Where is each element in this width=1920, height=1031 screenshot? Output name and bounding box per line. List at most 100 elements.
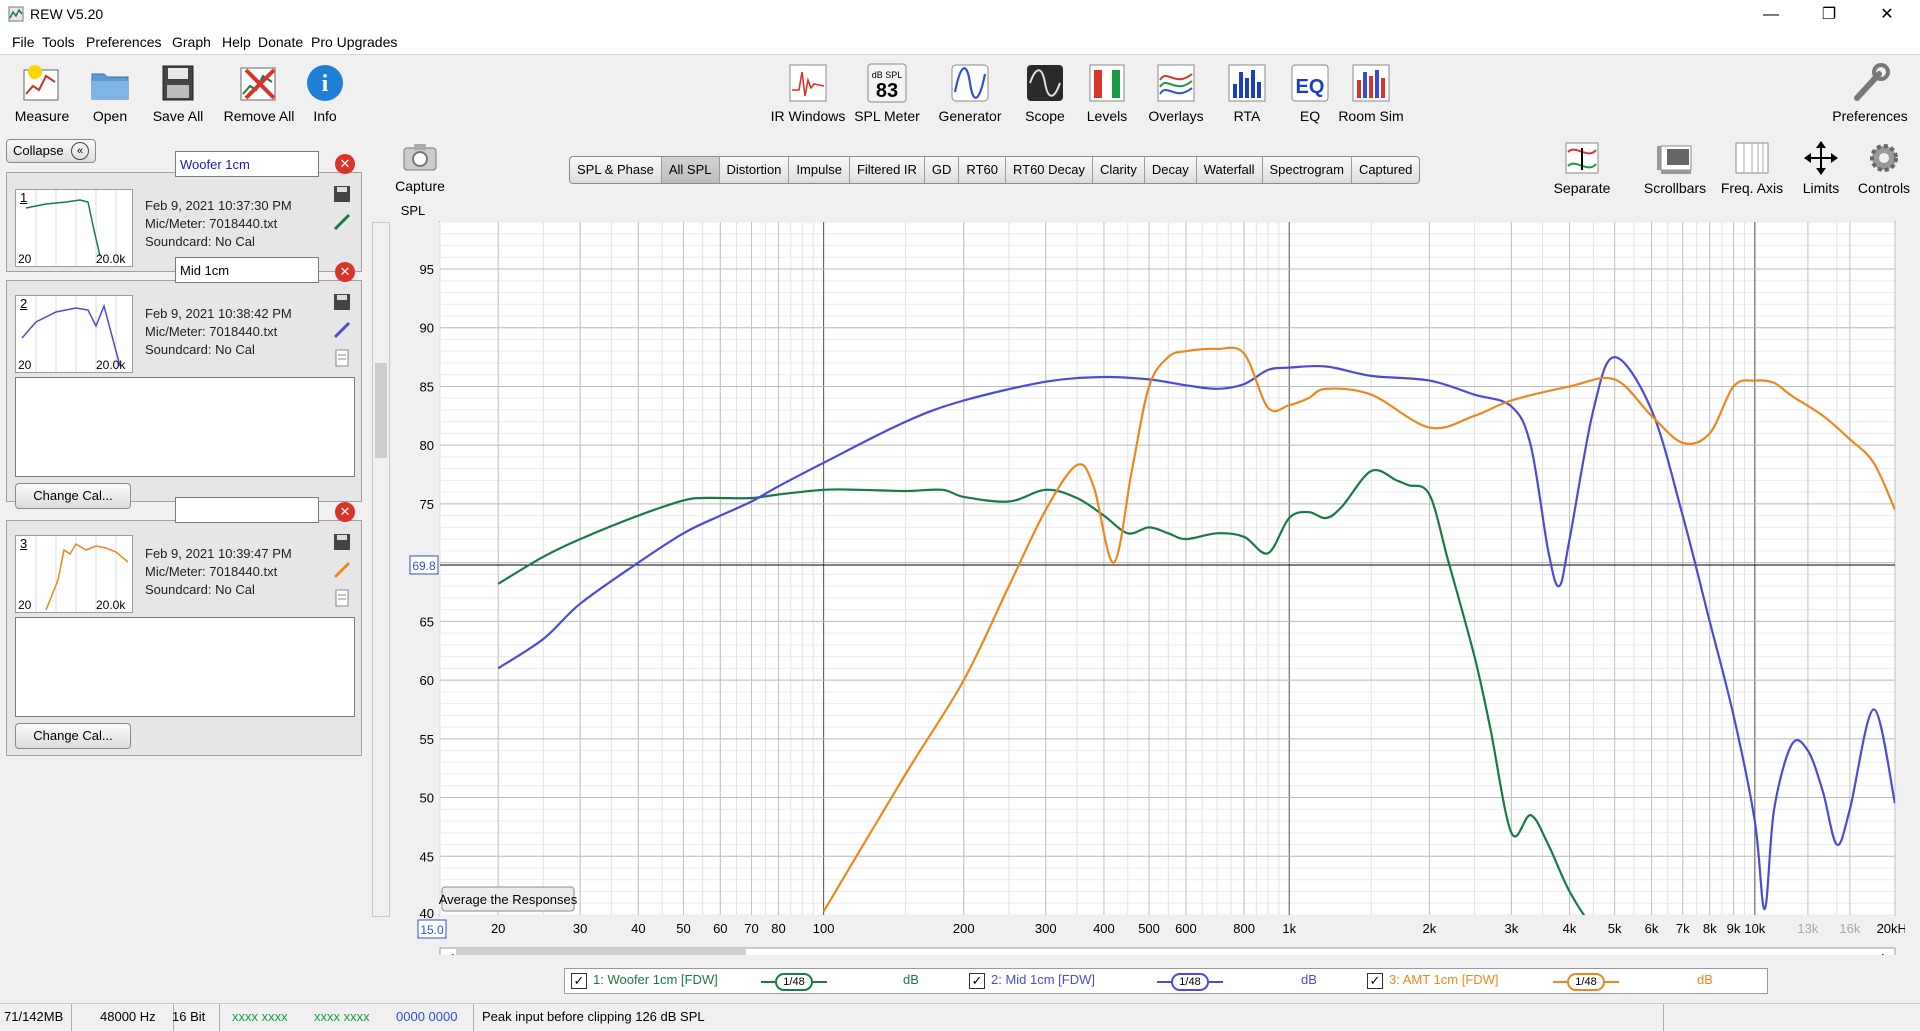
- color-pen-icon[interactable]: [333, 561, 351, 579]
- measurement-panel-2[interactable]: ✕ 2 20 20.0k Feb 9, 2021 10:38:42 PM Mic…: [6, 257, 362, 509]
- toolbar: Measure Open Save All Remove All i Info: [0, 56, 1920, 136]
- tab-gd[interactable]: GD: [925, 157, 960, 183]
- x-tick-label: 6k: [1645, 921, 1659, 936]
- notes-icon[interactable]: [333, 349, 351, 367]
- save-measurement-icon[interactable]: [333, 293, 351, 311]
- change-cal-button[interactable]: Change Cal...: [15, 723, 131, 749]
- collapse-button[interactable]: Collapse «: [6, 139, 96, 163]
- separate-button[interactable]: Separate: [1542, 140, 1622, 196]
- tab-spl-phase[interactable]: SPL & Phase: [570, 157, 662, 183]
- preferences-button[interactable]: Preferences: [1825, 62, 1915, 124]
- legend-checkbox-2[interactable]: ✓: [969, 973, 985, 989]
- sample-rate-status: 48000 Hz: [96, 1004, 174, 1031]
- measurement-panel-3[interactable]: ✕ 3 20 20.0k Feb 9, 2021 10:39:47 PM Mic…: [6, 497, 362, 756]
- tab-all-spl[interactable]: All SPL: [661, 157, 720, 183]
- spl-graph-svg[interactable]: SPL 45 50 55 60 65 75 80 85 90 95 40 69.8 20 30 40 50 6…: [395, 190, 1905, 955]
- legend-checkbox-1[interactable]: ✓: [571, 973, 587, 989]
- tab-spectrogram[interactable]: Spectrogram: [1263, 157, 1352, 183]
- legend-smoothing-1[interactable]: 1/48: [775, 973, 813, 991]
- measurement-name-input[interactable]: [175, 257, 319, 283]
- save-measurement-icon[interactable]: [333, 185, 351, 203]
- legend-smoothing-2[interactable]: 1/48: [1171, 973, 1209, 991]
- measurement-list-scrollbar[interactable]: [372, 222, 390, 917]
- notes-icon[interactable]: [333, 589, 351, 607]
- freq-axis-button[interactable]: Freq. Axis: [1712, 140, 1792, 196]
- overlays-button[interactable]: Overlays: [1136, 62, 1216, 124]
- measurement-index: 2: [20, 296, 28, 311]
- tab-waterfall[interactable]: Waterfall: [1197, 157, 1263, 183]
- scope-icon: [1027, 65, 1063, 101]
- info-button[interactable]: i Info: [285, 62, 365, 124]
- menu-pro-upgrades[interactable]: Pro Upgrades: [311, 34, 397, 50]
- separate-icon: [1565, 142, 1599, 174]
- menu-help[interactable]: Help: [222, 34, 251, 50]
- scrollbars-icon: [1657, 145, 1692, 174]
- ir-windows-button[interactable]: IR Windows: [768, 62, 848, 124]
- tab-rt60-decay[interactable]: RT60 Decay: [1006, 157, 1093, 183]
- tab-decay[interactable]: Decay: [1145, 157, 1197, 183]
- controls-button[interactable]: Controls: [1844, 140, 1920, 196]
- hscroll-right-arrow: ▶: [1882, 951, 1891, 955]
- measurement-notes-area[interactable]: [15, 617, 355, 717]
- menu-file[interactable]: File: [12, 34, 35, 50]
- measurement-notes-area[interactable]: [15, 377, 355, 477]
- menu-tools[interactable]: Tools: [42, 34, 75, 50]
- measurement-thumbnail[interactable]: 1 20 20.0k: [15, 189, 133, 267]
- freq-axis-icon: [1735, 142, 1769, 174]
- tab-impulse[interactable]: Impulse: [789, 157, 850, 183]
- menu-preferences[interactable]: Preferences: [86, 34, 161, 50]
- legend-smoothing-3[interactable]: 1/48: [1567, 973, 1605, 991]
- open-label: Open: [92, 108, 128, 124]
- room-sim-button[interactable]: Room Sim: [1331, 62, 1411, 124]
- tab-distortion[interactable]: Distortion: [720, 157, 790, 183]
- measurement-thumbnail[interactable]: 2 20 20.0k: [15, 295, 133, 373]
- measurement-name-input[interactable]: [175, 497, 319, 523]
- legend-swatch-left-2: [1157, 981, 1171, 983]
- save-measurement-icon[interactable]: [333, 533, 351, 551]
- x-tick-label: 4k: [1563, 921, 1577, 936]
- delete-measurement-icon[interactable]: ✕: [335, 262, 355, 282]
- spl-meter-button[interactable]: dB SPL 83 SPL Meter: [847, 62, 927, 124]
- measurement-thumbnail[interactable]: 3 20 20.0k: [15, 535, 133, 613]
- tab-filtered-ir[interactable]: Filtered IR: [850, 157, 925, 183]
- horizontal-scrollbar[interactable]: ◀▶: [439, 947, 1896, 955]
- save-all-button[interactable]: Save All: [138, 62, 218, 124]
- preferences-label: Preferences: [1832, 108, 1908, 124]
- menu-donate[interactable]: Donate: [258, 34, 303, 50]
- delete-measurement-icon[interactable]: ✕: [335, 154, 355, 174]
- scrollbar-thumb[interactable]: [375, 363, 387, 458]
- close-button[interactable]: ✕: [1858, 0, 1916, 29]
- average-responses-button[interactable]: Average the Responses: [439, 886, 578, 912]
- y-tick-label: 45: [420, 849, 434, 864]
- delete-measurement-icon[interactable]: ✕: [335, 502, 355, 522]
- menu-graph[interactable]: Graph: [172, 34, 211, 50]
- measurement-name-input[interactable]: [175, 151, 319, 177]
- tab-rt60[interactable]: RT60: [959, 157, 1006, 183]
- measurement-index: 3: [20, 536, 28, 551]
- y-tick-label: 55: [420, 732, 434, 747]
- remove-all-label: Remove All: [223, 108, 295, 124]
- change-cal-button[interactable]: Change Cal...: [15, 483, 131, 509]
- spl-graph[interactable]: SPL 45 50 55 60 65 75 80 85 90 95 40 69.8 20 30 40 50 6…: [395, 190, 1905, 955]
- x-tick-label: 60: [713, 921, 727, 936]
- color-pen-icon[interactable]: [333, 321, 351, 339]
- levels-button[interactable]: Levels: [1067, 62, 1147, 124]
- minimize-button[interactable]: —: [1742, 0, 1800, 29]
- y-tick-label: 60: [420, 673, 434, 688]
- bit-depth-status: 16 Bit: [168, 1004, 220, 1031]
- input-meter-2: xxxx xxxx: [314, 1009, 370, 1024]
- x-tick-label: 800: [1233, 921, 1255, 936]
- svg-text:i: i: [322, 71, 329, 97]
- scrollbars-button[interactable]: Scrollbars: [1635, 140, 1715, 196]
- legend-label-2: 2: Mid 1cm [FDW]: [991, 972, 1096, 987]
- tab-captured[interactable]: Captured: [1352, 157, 1419, 183]
- legend-checkbox-3[interactable]: ✓: [1367, 973, 1383, 989]
- capture-button[interactable]: Capture: [380, 140, 460, 194]
- measurement-soundcard: Soundcard: No Cal: [145, 234, 255, 249]
- tab-clarity[interactable]: Clarity: [1093, 157, 1145, 183]
- info-icon: i: [307, 65, 343, 101]
- restore-button[interactable]: ❐: [1800, 0, 1858, 29]
- x-tick-label: 20: [491, 921, 505, 936]
- color-pen-icon[interactable]: [333, 213, 351, 231]
- generator-button[interactable]: Generator: [930, 62, 1010, 124]
